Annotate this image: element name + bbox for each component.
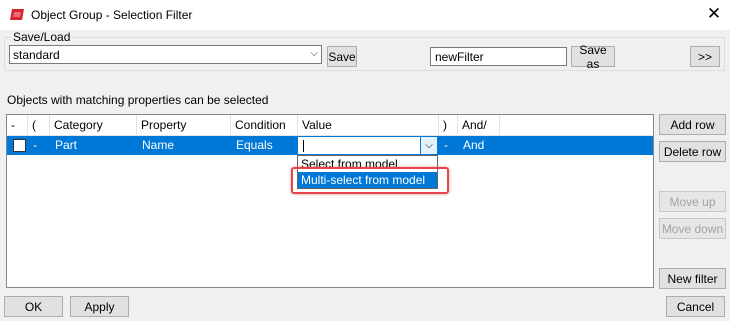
column-header-and-or[interactable]: And/: [458, 115, 500, 135]
filter-name-input[interactable]: newFilter: [430, 47, 567, 66]
add-row-button[interactable]: Add row: [659, 114, 726, 135]
new-filter-button[interactable]: New filter: [659, 268, 726, 289]
column-header-value[interactable]: Value: [298, 115, 439, 135]
ok-button[interactable]: OK: [4, 296, 63, 317]
move-down-button[interactable]: Move down: [659, 218, 726, 239]
save-as-button[interactable]: Save as: [571, 43, 615, 71]
row-condition[interactable]: Equals: [232, 136, 273, 155]
saved-filter-value: standard: [13, 48, 60, 62]
row-and-or[interactable]: And: [459, 136, 484, 155]
chevron-down-icon[interactable]: ⌵: [420, 137, 437, 154]
text-caret: [303, 140, 304, 152]
column-header-open-paren[interactable]: (: [28, 115, 50, 135]
title-bar: Object Group - Selection Filter ✕: [0, 0, 730, 30]
save-button[interactable]: Save: [327, 46, 357, 67]
column-header-dash[interactable]: -: [7, 115, 28, 135]
row-dash[interactable]: -: [29, 136, 37, 155]
row-close-paren[interactable]: -: [440, 136, 448, 155]
move-up-button[interactable]: Move up: [659, 191, 726, 212]
cancel-button[interactable]: Cancel: [666, 296, 725, 317]
column-header-category[interactable]: Category: [50, 115, 137, 135]
filter-name-value: newFilter: [435, 50, 484, 64]
table-header: - ( Category Property Condition Value ) …: [7, 115, 653, 136]
row-property[interactable]: Name: [138, 136, 174, 155]
saved-filter-combobox[interactable]: standard ⌵: [9, 45, 322, 64]
column-header-property[interactable]: Property: [137, 115, 231, 135]
value-combobox[interactable]: ⌵: [297, 136, 438, 155]
close-icon[interactable]: ✕: [704, 4, 724, 24]
row-category[interactable]: Part: [51, 136, 77, 155]
expand-button[interactable]: >>: [690, 46, 720, 67]
app-logo-icon: [10, 9, 24, 20]
delete-row-button[interactable]: Delete row: [659, 141, 726, 162]
apply-button[interactable]: Apply: [70, 296, 129, 317]
chevron-down-icon[interactable]: ⌵: [310, 48, 318, 59]
column-header-close-paren[interactable]: ): [439, 115, 458, 135]
selection-hint: Objects with matching properties can be …: [7, 93, 269, 107]
annotation-highlight-box: [291, 167, 449, 194]
window-title: Object Group - Selection Filter: [31, 8, 193, 22]
checkbox-icon[interactable]: [13, 139, 26, 152]
save-load-label: Save/Load: [11, 30, 73, 44]
column-header-condition[interactable]: Condition: [231, 115, 298, 135]
